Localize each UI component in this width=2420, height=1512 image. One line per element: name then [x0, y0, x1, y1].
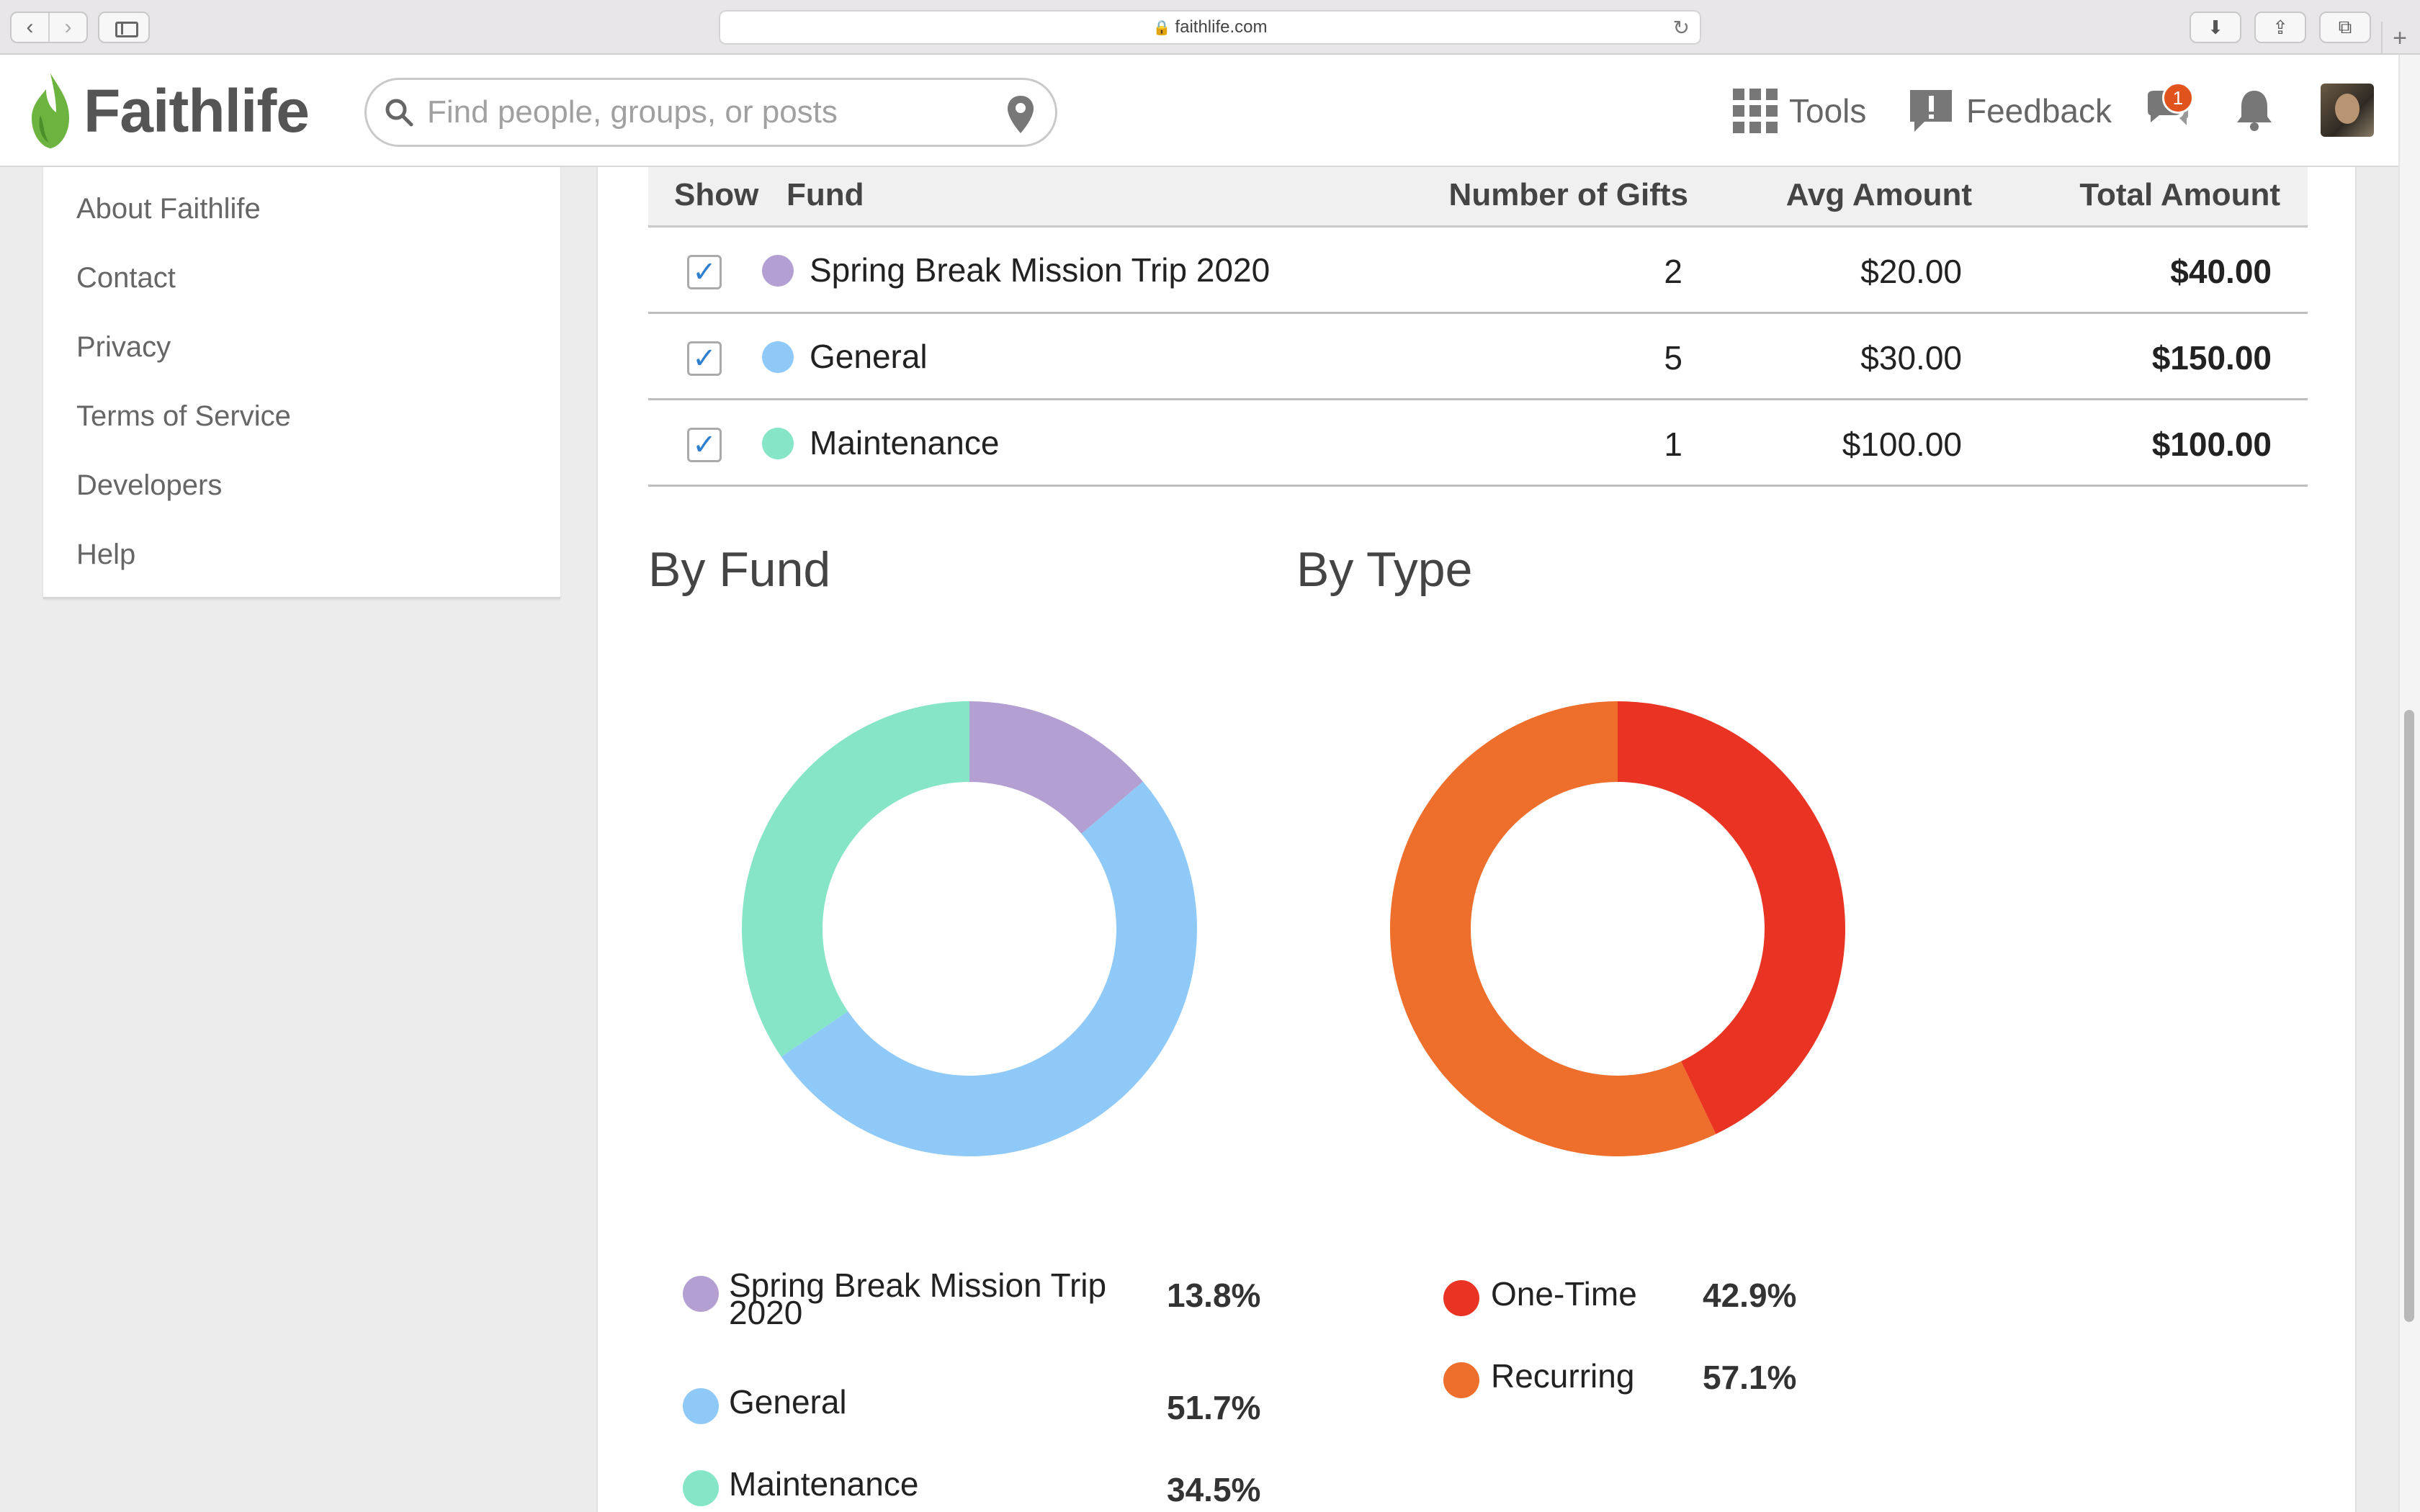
legend-percent: 34.5%	[1167, 1471, 1261, 1508]
sidebar-item-help[interactable]: Help	[43, 533, 560, 602]
fund-table: Show Fund Number of Gifts Avg Amount Tot…	[648, 167, 2308, 487]
browser-toolbar: ‹ › 🔒 faithlife.com ↻ ⬇ ⇪ ⧉ +	[0, 0, 2420, 55]
fund-color-dot	[762, 428, 794, 459]
page-scrollbar-thumb[interactable]	[2404, 710, 2414, 1322]
tabs-overview-icon[interactable]: ⧉	[2319, 12, 2371, 43]
tools-menu[interactable]: Tools	[1733, 82, 1866, 140]
sidebar-toggle-icon[interactable]	[98, 12, 150, 43]
search-box[interactable]	[364, 78, 1057, 147]
share-icon[interactable]: ⇪	[2254, 12, 2306, 43]
header-avg-amount[interactable]: Avg Amount	[1786, 177, 1972, 213]
sidebar-item-contact[interactable]: Contact	[43, 256, 560, 325]
legend-item-spring-break[interactable]: Spring Break Mission Trip 2020	[683, 1266, 1115, 1331]
by-fund-donut-chart	[742, 701, 1197, 1156]
site-header: Faithlife Tools Feedback	[0, 55, 2398, 167]
sidebar-item-terms[interactable]: Terms of Service	[43, 395, 560, 464]
address-bar[interactable]: 🔒 faithlife.com ↻	[719, 10, 1701, 45]
gift-count: 1	[1664, 426, 1682, 463]
sidebar-item-about[interactable]: About Faithlife	[43, 187, 560, 256]
legend-label: Spring Break Mission Trip 2020	[729, 1266, 1107, 1331]
legend-item-recurring[interactable]: Recurring	[1443, 1358, 1659, 1401]
downloads-icon[interactable]: ⬇	[2190, 12, 2241, 43]
table-row: ✓ General 5 $30.00 $150.00	[648, 314, 2308, 400]
avg-amount: $20.00	[1860, 253, 1962, 290]
total-amount: $150.00	[2151, 339, 2272, 377]
faithlife-flame-icon	[32, 73, 69, 148]
total-amount: $40.00	[2170, 253, 2272, 290]
by-fund-slice-maintenance[interactable]	[742, 701, 969, 1057]
legend-dot	[683, 1388, 719, 1424]
fund-name: Maintenance	[810, 424, 1000, 462]
legend-label: One-Time	[1491, 1275, 1637, 1313]
legend-label: Maintenance	[729, 1465, 919, 1503]
fund-name: General	[810, 338, 928, 375]
table-row: ✓ Maintenance 1 $100.00 $100.00	[648, 400, 2308, 487]
url-text: faithlife.com	[1175, 17, 1268, 37]
feedback-label: Feedback	[1966, 92, 2112, 130]
gift-count: 5	[1664, 339, 1682, 377]
bell-icon[interactable]	[2234, 88, 2275, 132]
by-type-title: By Type	[1296, 542, 1473, 597]
messages-badge: 1	[2162, 82, 2194, 114]
fund-name: Spring Break Mission Trip 2020	[810, 251, 1270, 289]
legend-item-maintenance[interactable]: Maintenance	[683, 1466, 1115, 1509]
fund-color-dot	[762, 341, 794, 373]
legend-dot	[683, 1470, 719, 1506]
search-input[interactable]	[427, 94, 974, 130]
legend-dot	[683, 1276, 719, 1312]
avatar[interactable]	[2321, 84, 2374, 137]
legend-percent: 42.9%	[1703, 1277, 1797, 1314]
legend-percent: 57.1%	[1703, 1359, 1797, 1396]
legend-dot	[1443, 1362, 1479, 1398]
feedback-button[interactable]: Feedback	[1909, 82, 2112, 140]
faithlife-logo[interactable]: Faithlife	[24, 68, 310, 154]
location-pin-icon[interactable]	[1006, 94, 1035, 135]
gift-count: 2	[1664, 253, 1682, 290]
search-icon	[385, 99, 413, 127]
header-number-of-gifts[interactable]: Number of Gifts	[1449, 177, 1688, 213]
fund-table-header: Show Fund Number of Gifts Avg Amount Tot…	[648, 167, 2308, 228]
back-icon[interactable]: ‹	[12, 13, 48, 42]
sidebar-item-developers[interactable]: Developers	[43, 464, 560, 533]
sidebar-item-privacy[interactable]: Privacy	[43, 325, 560, 395]
total-amount: $100.00	[2151, 426, 2272, 463]
show-checkbox[interactable]: ✓	[687, 428, 722, 462]
legend-label: General	[729, 1383, 847, 1421]
legend-percent: 51.7%	[1167, 1389, 1261, 1426]
by-type-donut-chart	[1390, 701, 1845, 1156]
legend-item-general[interactable]: General	[683, 1384, 1115, 1427]
by-type-slice-one-time[interactable]	[1618, 701, 1845, 1135]
grid-icon	[1733, 89, 1778, 133]
legend-percent: 13.8%	[1167, 1277, 1261, 1314]
avg-amount: $30.00	[1860, 339, 1962, 377]
legend-item-one-time[interactable]: One-Time	[1443, 1276, 1659, 1319]
logo-wordmark: Faithlife	[84, 76, 310, 145]
fund-color-dot	[762, 255, 794, 287]
feedback-icon	[1910, 90, 1952, 132]
by-fund-title: By Fund	[648, 542, 831, 597]
header-total-amount[interactable]: Total Amount	[2079, 177, 2280, 213]
history-nav: ‹ ›	[10, 12, 88, 43]
avg-amount: $100.00	[1842, 426, 1962, 463]
forward-icon[interactable]: ›	[48, 13, 86, 42]
table-row: ✓ Spring Break Mission Trip 2020 2 $20.0…	[648, 228, 2308, 314]
lock-icon: 🔒	[1152, 19, 1171, 36]
legend-dot	[1443, 1280, 1479, 1316]
header-fund[interactable]: Fund	[786, 177, 864, 213]
footer-links-card: About Faithlife Contact Privacy Terms of…	[43, 167, 560, 599]
reload-icon[interactable]: ↻	[1673, 16, 1690, 40]
giving-report-panel: Show Fund Number of Gifts Avg Amount Tot…	[596, 167, 2357, 1512]
header-show[interactable]: Show	[674, 177, 758, 213]
show-checkbox[interactable]: ✓	[687, 255, 722, 289]
tools-label: Tools	[1789, 92, 1867, 130]
show-checkbox[interactable]: ✓	[687, 341, 722, 376]
legend-label: Recurring	[1491, 1357, 1635, 1395]
new-tab-icon[interactable]: +	[2381, 22, 2417, 55]
